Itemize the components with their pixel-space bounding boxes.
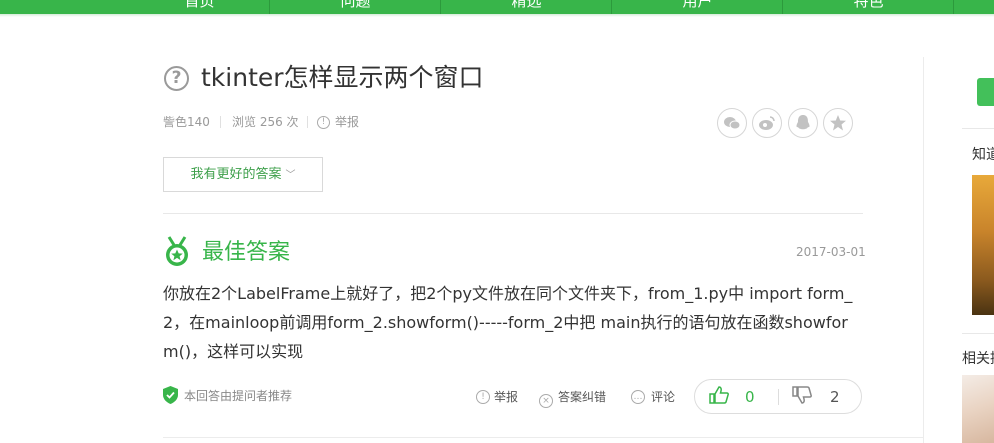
answer-date: 2017-03-01	[796, 245, 866, 259]
view-count: 浏览 256 次	[232, 115, 299, 129]
sidebar-border	[923, 57, 924, 443]
correct-answer-icon: ×	[539, 394, 553, 408]
better-answer-button[interactable]: 我有更好的答案 ﹀	[163, 157, 323, 192]
favorite-star-icon[interactable]	[823, 108, 853, 138]
meta-divider	[220, 116, 221, 128]
question-mark-icon: ?	[164, 66, 189, 91]
nav-item-questions[interactable]: 问题	[270, 0, 441, 11]
report-icon: !	[476, 390, 490, 404]
report-answer-link[interactable]: 举报	[494, 389, 518, 405]
recommended-by-asker: 本回答由提问者推荐	[184, 389, 293, 403]
qq-icon[interactable]	[788, 108, 818, 138]
report-question-link[interactable]: 举报	[335, 114, 359, 130]
sidebar-banner-image[interactable]	[972, 175, 994, 315]
question-title: tkinter怎样显示两个窗口	[201, 63, 484, 92]
report-icon: !	[317, 116, 330, 129]
nav-item-special[interactable]: 特色	[783, 0, 954, 11]
section-divider	[163, 213, 863, 214]
best-answer-medal-icon	[163, 236, 191, 268]
vote-box: 0 2	[694, 379, 862, 414]
downvote-count: 2	[830, 388, 840, 406]
sidebar-heading-zhidao: 知道	[972, 147, 994, 163]
sidebar-divider	[962, 333, 994, 334]
best-answer-heading: 最佳答案	[202, 240, 291, 265]
meta-divider	[307, 116, 308, 128]
nav-item-home[interactable]: 首页	[114, 0, 285, 11]
sidebar-divider	[962, 128, 994, 129]
bottom-divider	[163, 437, 923, 438]
nav-item-featured[interactable]: 精选	[441, 0, 612, 11]
chevron-down-icon: ﹀	[285, 170, 296, 181]
question-author[interactable]: 訾色140	[163, 114, 210, 130]
upvote-count: 0	[745, 388, 755, 406]
top-navigation-bar: 首页 问题 精选 用户 特色	[0, 0, 994, 14]
sidebar-related-image[interactable]	[962, 375, 994, 443]
nav-item-users[interactable]: 用户	[612, 0, 783, 11]
thumbs-up-icon[interactable]	[709, 386, 729, 409]
vote-divider	[778, 389, 779, 405]
sidebar-ask-button[interactable]	[977, 78, 994, 106]
nav-divider	[953, 0, 954, 14]
correct-answer-link[interactable]: 答案纠错	[558, 389, 606, 405]
better-answer-label: 我有更好的答案	[190, 167, 282, 182]
comment-link[interactable]: 评论	[651, 389, 675, 405]
answer-text: 你放在2个LabelFrame上就好了，把2个py文件放在同个文件夹下，from…	[163, 284, 853, 361]
shield-check-icon	[163, 386, 178, 404]
thumbs-down-icon[interactable]	[792, 386, 812, 409]
wechat-icon[interactable]	[717, 108, 747, 138]
sidebar-heading-related: 相关推荐	[962, 351, 994, 367]
nav-shadow	[0, 14, 994, 17]
weibo-icon[interactable]	[752, 108, 782, 138]
comment-icon: …	[631, 390, 645, 404]
